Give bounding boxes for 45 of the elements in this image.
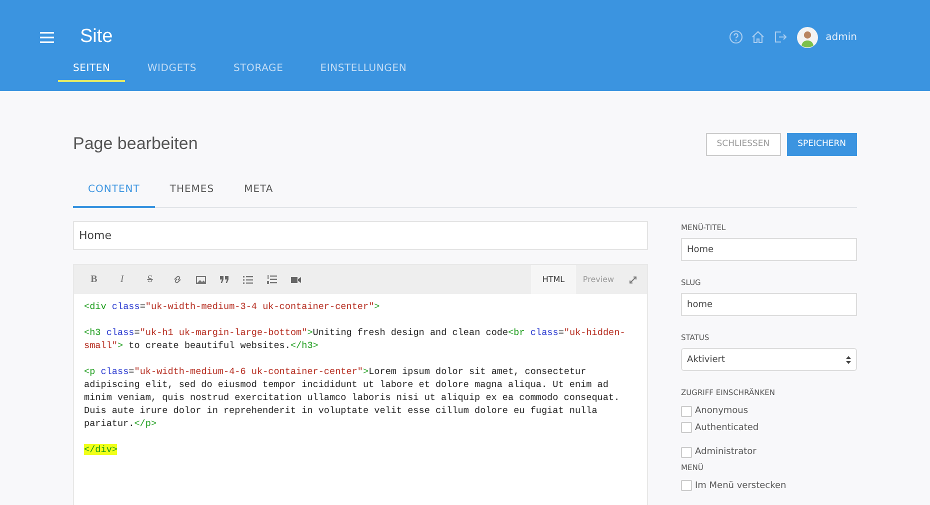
- save-button[interactable]: SPEICHERN: [786, 132, 857, 156]
- checkbox[interactable]: [681, 446, 692, 458]
- checkbox[interactable]: [681, 422, 692, 434]
- slug-field[interactable]: home: [681, 293, 857, 316]
- quote-icon[interactable]: [220, 276, 229, 283]
- bold-button[interactable]: B: [84, 274, 104, 285]
- sort-arrows-icon: [846, 356, 851, 364]
- nav-tab[interactable]: WIDGETS: [132, 54, 212, 82]
- link-icon[interactable]: [173, 275, 182, 284]
- tab[interactable]: THEMES: [154, 171, 230, 208]
- menu-icon[interactable]: [40, 32, 54, 42]
- image-icon[interactable]: [196, 276, 206, 284]
- status-select[interactable]: Aktiviert: [681, 348, 857, 371]
- code-line: <div class="uk-width-medium-3-4 uk-container-center">: [84, 300, 381, 313]
- logout-icon[interactable]: [772, 30, 787, 44]
- menu-title-field[interactable]: Home: [681, 238, 857, 261]
- video-icon[interactable]: [291, 276, 301, 284]
- checkbox[interactable]: [681, 406, 692, 417]
- nav-tab[interactable]: STORAGE: [218, 54, 298, 82]
- bullet-list-icon[interactable]: [243, 276, 253, 284]
- tab[interactable]: CONTENT: [73, 171, 155, 208]
- site-title: Site: [80, 26, 113, 48]
- tab[interactable]: META: [229, 171, 288, 208]
- checkbox-label[interactable]: Administrator: [695, 447, 756, 458]
- fullscreen-icon[interactable]: [629, 276, 637, 284]
- nav-tab[interactable]: EINSTELLUNGEN: [305, 54, 422, 82]
- nav-tab[interactable]: SEITEN: [58, 54, 126, 82]
- code-line: <h3 class="uk-h1 uk-margin-large-bottom">Uniting fresh design and clean code<br class="uk-hidden-small"> to create beautiful websites.</h3>: [84, 326, 626, 352]
- mode-tab[interactable]: HTML: [531, 265, 576, 294]
- strikethrough-button[interactable]: S: [140, 274, 160, 285]
- numbered-list-icon[interactable]: [267, 275, 277, 284]
- user-name[interactable]: admin: [826, 32, 857, 42]
- close-button[interactable]: SCHLIESSEN: [706, 132, 781, 156]
- home-icon[interactable]: [750, 30, 765, 44]
- help-icon[interactable]: [728, 30, 743, 44]
- title-field[interactable]: Home: [73, 221, 648, 250]
- code-line: <p class="uk-width-medium-4-6 uk-container-center">Lorem ipsum dolor sit amet, consectetur adipiscing elit, sed do eiusmod tempor incididunt ut labore et dolore magna aliqua. Ut enim ad minim veniam, quis nostrud exercitation ullamco laboris nisi ut aliquip ex ea commodo consequat. Duis aute irure dolor in reprehenderit in voluptate velit esse cillum dolore eu fugiat nulla pariatur.</p>: [84, 365, 621, 430]
- page-title: Page bearbeiten: [73, 134, 199, 154]
- mode-tab[interactable]: Preview: [576, 265, 621, 294]
- checkbox[interactable]: [681, 480, 692, 492]
- italic-button[interactable]: I: [112, 274, 132, 285]
- checkbox-label[interactable]: Anonymous: [695, 406, 748, 416]
- checkbox-label[interactable]: Authenticated: [695, 422, 759, 433]
- checkbox-label[interactable]: Im Menü verstecken: [695, 480, 786, 491]
- avatar[interactable]: [796, 26, 818, 48]
